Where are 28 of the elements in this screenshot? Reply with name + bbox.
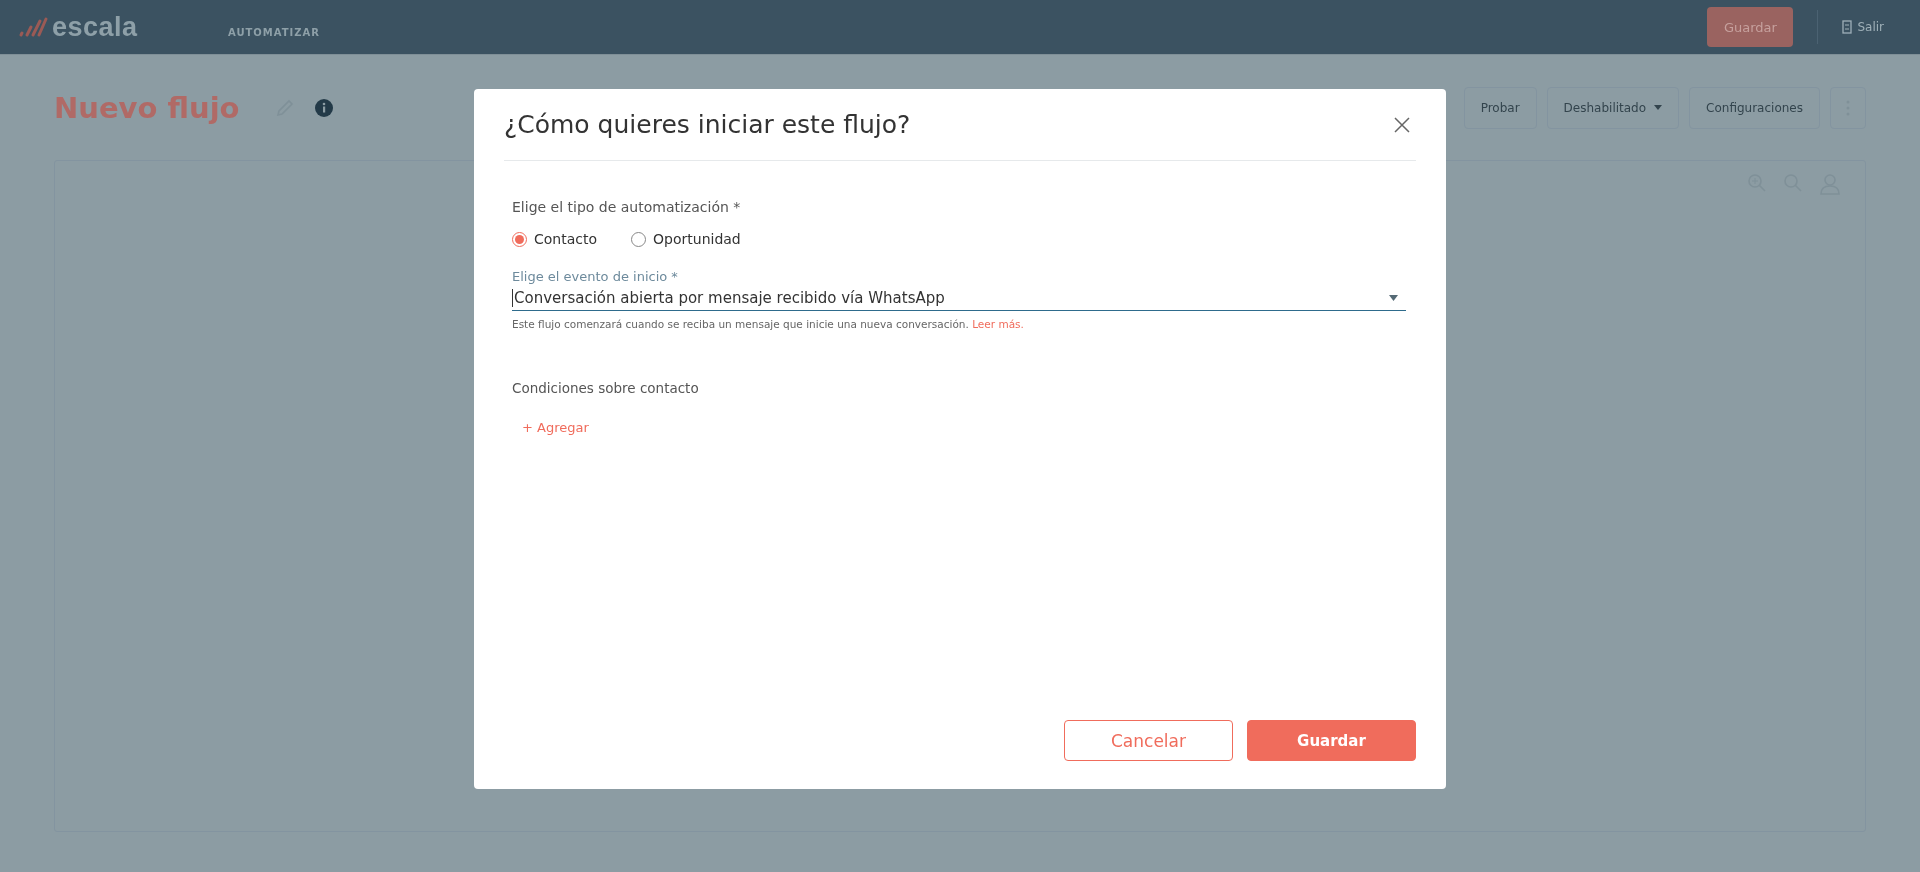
radio-label: Oportunidad bbox=[653, 231, 741, 247]
toolbar-button[interactable]: Configuraciones bbox=[1689, 86, 1820, 129]
cancel-button[interactable]: Cancelar bbox=[1064, 720, 1233, 761]
save-button[interactable]: Guardar bbox=[1707, 7, 1794, 47]
logo-text: escala bbox=[52, 11, 138, 43]
radio-label: Contacto bbox=[534, 231, 598, 247]
select-label: Elige el evento de inicio * bbox=[512, 269, 679, 284]
dropdown-icon bbox=[1389, 295, 1398, 301]
save-button[interactable]: Guardar bbox=[1247, 720, 1416, 761]
radio-option[interactable]: Contacto bbox=[512, 231, 598, 247]
read-more-link[interactable]: Leer más. bbox=[972, 318, 1024, 330]
add-link[interactable]: + Agregar bbox=[522, 420, 589, 435]
section-label: Condiciones sobre contacto bbox=[512, 380, 699, 396]
logout-icon bbox=[1842, 20, 1853, 34]
info-icon[interactable] bbox=[313, 97, 334, 118]
radio-option[interactable]: Oportunidad bbox=[631, 231, 741, 247]
section-tab[interactable]: AUTOMATIZAR bbox=[228, 16, 321, 38]
status-dropdown[interactable]: Deshabilitado bbox=[1546, 86, 1680, 129]
event-select[interactable]: Elige el evento de inicio * Conversación abierta por mensaje recibido vía WhatsApp bbox=[512, 269, 1406, 311]
caret-icon bbox=[1654, 105, 1663, 110]
dialog-title: ¿Cómo quieres iniciar este flujo? bbox=[504, 110, 911, 139]
logout-link[interactable]: Salir bbox=[1842, 20, 1902, 34]
helper-text: Este flujo comenzará cuando se reciba un mensaje que inicie una nueva conversación. Leer más. bbox=[512, 318, 1024, 330]
page-title: Nuevo flujo bbox=[54, 90, 240, 125]
field-label: Elige el tipo de automatización * bbox=[512, 199, 741, 215]
select-value: Conversación abierta por mensaje recibido vía WhatsApp bbox=[512, 289, 945, 307]
toolbar-button[interactable]: Probar bbox=[1463, 86, 1537, 129]
logo-icon bbox=[18, 16, 48, 38]
